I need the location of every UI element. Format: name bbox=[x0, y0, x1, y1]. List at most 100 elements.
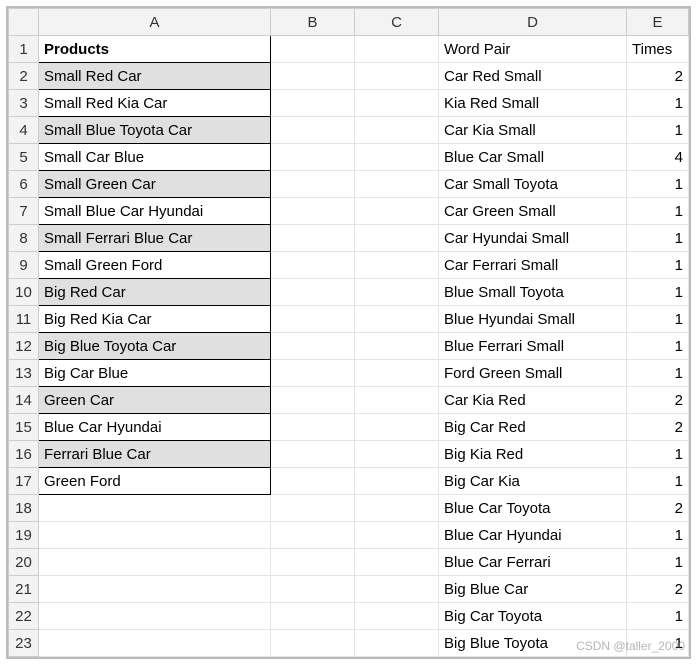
cell-b1[interactable] bbox=[271, 36, 355, 63]
cell-c1[interactable] bbox=[355, 36, 439, 63]
cell-e17[interactable]: 1 bbox=[627, 468, 689, 495]
cell-b16[interactable] bbox=[271, 441, 355, 468]
cell-b17[interactable] bbox=[271, 468, 355, 495]
cell-b21[interactable] bbox=[271, 576, 355, 603]
cell-a18[interactable] bbox=[39, 495, 271, 522]
cell-d7[interactable]: Car Green Small bbox=[439, 198, 627, 225]
cell-d13[interactable]: Ford Green Small bbox=[439, 360, 627, 387]
cell-a5[interactable]: Small Car Blue bbox=[39, 144, 271, 171]
cell-b15[interactable] bbox=[271, 414, 355, 441]
cell-c4[interactable] bbox=[355, 117, 439, 144]
row-header-3[interactable]: 3 bbox=[9, 90, 39, 117]
cell-e21[interactable]: 2 bbox=[627, 576, 689, 603]
cell-c10[interactable] bbox=[355, 279, 439, 306]
col-header-e[interactable]: E bbox=[627, 9, 689, 36]
cell-d21[interactable]: Big Blue Car bbox=[439, 576, 627, 603]
cell-d10[interactable]: Blue Small Toyota bbox=[439, 279, 627, 306]
row-header-7[interactable]: 7 bbox=[9, 198, 39, 225]
cell-b9[interactable] bbox=[271, 252, 355, 279]
cell-a20[interactable] bbox=[39, 549, 271, 576]
cell-a23[interactable] bbox=[39, 630, 271, 657]
row-header-19[interactable]: 19 bbox=[9, 522, 39, 549]
cell-c21[interactable] bbox=[355, 576, 439, 603]
cell-a22[interactable] bbox=[39, 603, 271, 630]
row-header-9[interactable]: 9 bbox=[9, 252, 39, 279]
cell-e12[interactable]: 1 bbox=[627, 333, 689, 360]
cell-a12[interactable]: Big Blue Toyota Car bbox=[39, 333, 271, 360]
spreadsheet[interactable]: A B C D E 1ProductsWord PairTimes2Small … bbox=[6, 6, 691, 659]
cell-e19[interactable]: 1 bbox=[627, 522, 689, 549]
cell-a1[interactable]: Products bbox=[39, 36, 271, 63]
cell-a3[interactable]: Small Red Kia Car bbox=[39, 90, 271, 117]
cell-a7[interactable]: Small Blue Car Hyundai bbox=[39, 198, 271, 225]
cell-c8[interactable] bbox=[355, 225, 439, 252]
row-header-21[interactable]: 21 bbox=[9, 576, 39, 603]
cell-d15[interactable]: Big Car Red bbox=[439, 414, 627, 441]
row-header-1[interactable]: 1 bbox=[9, 36, 39, 63]
row-header-10[interactable]: 10 bbox=[9, 279, 39, 306]
cell-c18[interactable] bbox=[355, 495, 439, 522]
cell-b14[interactable] bbox=[271, 387, 355, 414]
cell-e4[interactable]: 1 bbox=[627, 117, 689, 144]
row-header-2[interactable]: 2 bbox=[9, 63, 39, 90]
select-all-corner[interactable] bbox=[9, 9, 39, 36]
cell-d8[interactable]: Car Hyundai Small bbox=[439, 225, 627, 252]
cell-e6[interactable]: 1 bbox=[627, 171, 689, 198]
cell-d2[interactable]: Car Red Small bbox=[439, 63, 627, 90]
cell-e7[interactable]: 1 bbox=[627, 198, 689, 225]
cell-e22[interactable]: 1 bbox=[627, 603, 689, 630]
cell-b10[interactable] bbox=[271, 279, 355, 306]
cell-e23[interactable]: 1 bbox=[627, 630, 689, 657]
cell-d12[interactable]: Blue Ferrari Small bbox=[439, 333, 627, 360]
cell-e20[interactable]: 1 bbox=[627, 549, 689, 576]
cell-a11[interactable]: Big Red Kia Car bbox=[39, 306, 271, 333]
row-header-13[interactable]: 13 bbox=[9, 360, 39, 387]
cell-d11[interactable]: Blue Hyundai Small bbox=[439, 306, 627, 333]
cell-d3[interactable]: Kia Red Small bbox=[439, 90, 627, 117]
cell-b13[interactable] bbox=[271, 360, 355, 387]
row-header-6[interactable]: 6 bbox=[9, 171, 39, 198]
cell-a14[interactable]: Green Car bbox=[39, 387, 271, 414]
cell-e9[interactable]: 1 bbox=[627, 252, 689, 279]
row-header-11[interactable]: 11 bbox=[9, 306, 39, 333]
row-header-18[interactable]: 18 bbox=[9, 495, 39, 522]
cell-e11[interactable]: 1 bbox=[627, 306, 689, 333]
cell-b20[interactable] bbox=[271, 549, 355, 576]
row-header-23[interactable]: 23 bbox=[9, 630, 39, 657]
col-header-c[interactable]: C bbox=[355, 9, 439, 36]
cell-c14[interactable] bbox=[355, 387, 439, 414]
col-header-a[interactable]: A bbox=[39, 9, 271, 36]
cell-c11[interactable] bbox=[355, 306, 439, 333]
cell-c3[interactable] bbox=[355, 90, 439, 117]
cell-e13[interactable]: 1 bbox=[627, 360, 689, 387]
cell-a15[interactable]: Blue Car Hyundai bbox=[39, 414, 271, 441]
cell-a19[interactable] bbox=[39, 522, 271, 549]
cell-b18[interactable] bbox=[271, 495, 355, 522]
cell-d9[interactable]: Car Ferrari Small bbox=[439, 252, 627, 279]
cell-a6[interactable]: Small Green Car bbox=[39, 171, 271, 198]
cell-a9[interactable]: Small Green Ford bbox=[39, 252, 271, 279]
cell-d20[interactable]: Blue Car Ferrari bbox=[439, 549, 627, 576]
cell-c17[interactable] bbox=[355, 468, 439, 495]
cell-b4[interactable] bbox=[271, 117, 355, 144]
cell-e1[interactable]: Times bbox=[627, 36, 689, 63]
row-header-8[interactable]: 8 bbox=[9, 225, 39, 252]
cell-b23[interactable] bbox=[271, 630, 355, 657]
cell-a16[interactable]: Ferrari Blue Car bbox=[39, 441, 271, 468]
cell-e14[interactable]: 2 bbox=[627, 387, 689, 414]
cell-c16[interactable] bbox=[355, 441, 439, 468]
col-header-d[interactable]: D bbox=[439, 9, 627, 36]
cell-a13[interactable]: Big Car Blue bbox=[39, 360, 271, 387]
cell-c2[interactable] bbox=[355, 63, 439, 90]
cell-e10[interactable]: 1 bbox=[627, 279, 689, 306]
cell-c5[interactable] bbox=[355, 144, 439, 171]
cell-e15[interactable]: 2 bbox=[627, 414, 689, 441]
cell-c7[interactable] bbox=[355, 198, 439, 225]
row-header-12[interactable]: 12 bbox=[9, 333, 39, 360]
cell-c6[interactable] bbox=[355, 171, 439, 198]
cell-c9[interactable] bbox=[355, 252, 439, 279]
row-header-4[interactable]: 4 bbox=[9, 117, 39, 144]
cell-d17[interactable]: Big Car Kia bbox=[439, 468, 627, 495]
cell-d6[interactable]: Car Small Toyota bbox=[439, 171, 627, 198]
row-header-22[interactable]: 22 bbox=[9, 603, 39, 630]
